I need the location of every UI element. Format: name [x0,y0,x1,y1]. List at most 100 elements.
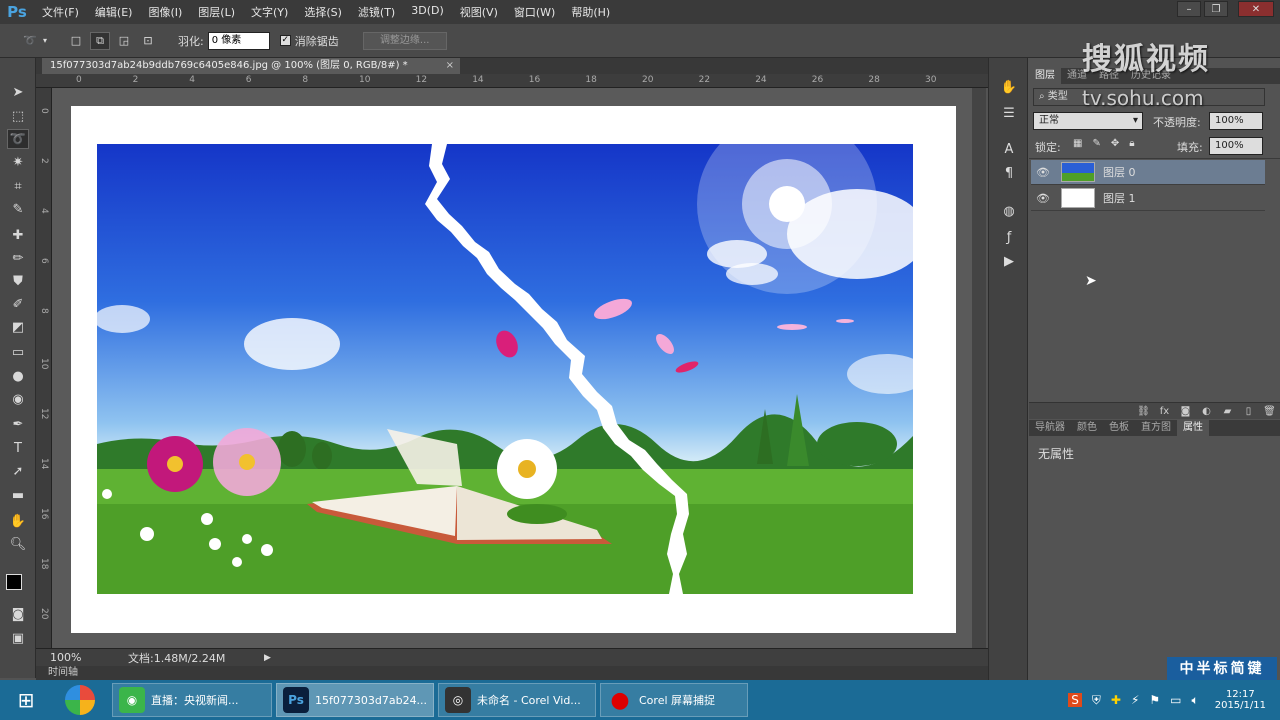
quick-mask-icon[interactable]: ◙ [7,604,29,624]
photoshop-icon: Ps [283,687,309,713]
brush-tool-icon[interactable]: ✏ [7,248,29,268]
taskbar-button[interactable]: ◎ 未命名 - Corel Vid... [438,683,596,717]
volume-icon[interactable]: 🔈︎ [1192,693,1199,708]
menu-item[interactable]: 视图(V) [452,4,506,20]
tray-network-icon[interactable]: ⚡ [1131,693,1139,707]
taskbar-button[interactable]: ● Corel 屏幕捕捉 [600,683,748,717]
tray-app-icon[interactable]: S [1068,693,1082,707]
lock-options-icons[interactable]: ▦✎✥🔒︎ [1073,138,1145,149]
tray-monitor-icon[interactable]: ▭ [1170,693,1181,707]
minimize-button[interactable]: – [1177,1,1201,17]
magic-wand-icon[interactable]: ✷ [7,152,29,172]
layer-style-icon[interactable]: fx [1154,406,1175,417]
menu-item[interactable]: 帮助(H) [563,4,618,20]
zoom-level[interactable]: 100% [50,651,98,664]
adjustment-layer-icon[interactable]: ◐ [1196,406,1217,417]
close-icon[interactable]: × [446,58,454,74]
refine-edge-button[interactable]: 调整边缘... [362,31,447,50]
layer-row-0[interactable]: 👁︎ 图层 0 [1031,160,1265,185]
chevron-down-icon[interactable]: ▾ [40,32,50,50]
dodge-tool-icon[interactable]: ◉ [7,389,29,409]
shape-tool-icon[interactable]: ▬ [7,485,29,505]
ruler-tick-label: 20 [39,608,49,620]
panel-tab[interactable]: 导航器 [1029,420,1071,436]
panel-tab[interactable]: 颜色 [1071,420,1103,436]
visibility-eye-icon[interactable]: 👁︎ [1031,166,1055,179]
hand-tool-icon[interactable]: ✋ [7,511,29,531]
timeline-panel-tab[interactable]: 时间轴 [36,666,988,680]
clock[interactable]: 12:17 2015/1/11 [1215,689,1266,711]
character-panel-icon[interactable]: A [997,138,1021,160]
menu-item[interactable]: 滤镜(T) [350,4,403,20]
healing-brush-icon[interactable]: ✚ [7,225,29,245]
crop-tool-icon[interactable]: ⌗ [7,176,29,196]
subtract-selection-icon[interactable]: ◲ [114,32,134,50]
ruler-tick-label: 14 [472,75,484,85]
new-group-icon[interactable]: ▰ [1217,406,1238,417]
opacity-input[interactable]: 100% [1209,112,1263,130]
panel-tab[interactable]: 色板 [1103,420,1135,436]
link-layers-icon[interactable]: ⛓ [1133,406,1154,417]
new-layer-icon[interactable]: ▯ [1238,406,1259,417]
status-menu-arrow-icon[interactable]: ▶ [264,653,271,663]
vertical-scrollbar[interactable] [972,88,986,648]
eraser-tool-icon[interactable]: ◩ [7,317,29,337]
blend-mode-select[interactable]: 正常 ▾ [1033,112,1143,130]
new-selection-icon[interactable]: □ [66,32,86,50]
menu-item[interactable]: 图层(L) [190,4,243,20]
marquee-tool-icon[interactable]: ⬚ [7,106,29,126]
menu-item[interactable]: 文字(Y) [243,4,296,20]
canvas-image[interactable] [97,144,913,594]
ime-status-bar[interactable]: 中半标简键 [1167,657,1277,681]
menu-item[interactable]: 图像(I) [140,4,190,20]
clone-stamp-icon[interactable]: ⛊ [7,271,29,291]
taskbar-button[interactable]: ◉ 直播：央视新闻... [112,683,272,717]
pen-tool-icon[interactable]: ✒ [7,414,29,434]
tool-presets-icon[interactable]: ✋ [997,76,1021,98]
add-to-selection-icon[interactable]: ⧉ [90,31,110,50]
layer-row-1[interactable]: 👁︎ 图层 1 [1031,186,1265,211]
menu-item[interactable]: 窗口(W) [506,4,563,20]
tray-flag-icon[interactable]: ⚑ [1149,693,1160,707]
styles-icon[interactable]: ƒ [997,226,1021,248]
foreground-color-swatch[interactable] [6,574,22,590]
adjustments-icon[interactable]: ☰ [997,102,1021,124]
menu-item[interactable]: 选择(S) [296,4,350,20]
close-window-button[interactable]: ✕ [1238,1,1274,17]
restore-button[interactable]: ❐ [1204,1,1228,17]
intersect-selection-icon[interactable]: ⊡ [138,32,158,50]
menu-item[interactable]: 编辑(E) [87,4,141,20]
brush-presets-icon[interactable]: ◍ [997,200,1021,222]
tray-shield-icon[interactable]: ⛨ [1092,693,1101,708]
blur-tool-icon[interactable]: ● [7,366,29,386]
screen-mode-icon[interactable]: ▣ [7,628,29,648]
browser-pinned-icon[interactable] [52,680,108,720]
windows-start-icon[interactable]: ⊞ [0,680,52,720]
menu-item[interactable]: 3D(D) [403,4,452,20]
fill-input[interactable]: 100% [1209,137,1263,155]
history-brush-icon[interactable]: ✐ [7,294,29,314]
paragraph-panel-icon[interactable]: ¶ [997,162,1021,184]
taskbar-button[interactable]: Ps 15f077303d7ab24... [276,683,434,717]
eyedropper-icon[interactable]: ✎ [7,199,29,219]
document-tab[interactable]: 15f077303d7ab24b9ddb769c6405e846.jpg @ 1… [42,58,460,74]
gradient-tool-icon[interactable]: ▭ [7,342,29,362]
panel-tab[interactable]: 图层 [1029,68,1061,84]
layer-mask-icon[interactable]: ◙ [1175,406,1196,417]
menu-item[interactable]: 文件(F) [34,4,87,20]
sohu-watermark: 搜狐视频 [1082,42,1210,77]
panel-tab[interactable]: 直方图 [1135,420,1177,436]
panel-tab[interactable]: 属性 [1177,420,1209,436]
move-tool-icon[interactable]: ➤ [7,82,29,102]
antialias-checkbox[interactable]: ✓ [279,35,291,46]
visibility-eye-icon[interactable]: 👁︎ [1031,192,1055,205]
actions-play-icon[interactable]: ▶ [997,250,1021,272]
feather-input[interactable]: 0 像素 [207,31,270,50]
delete-layer-icon[interactable]: 🗑︎ [1259,406,1280,417]
tray-plus-icon[interactable]: ✚ [1111,693,1121,707]
lasso-tool-preset-icon[interactable]: ➰ [20,32,40,50]
path-selection-icon[interactable]: ➚ [7,461,29,481]
zoom-tool-icon[interactable]: 🔍︎ [7,534,29,554]
type-tool-icon[interactable]: T [7,438,29,458]
lasso-tool-icon[interactable]: ➰ [7,129,29,149]
